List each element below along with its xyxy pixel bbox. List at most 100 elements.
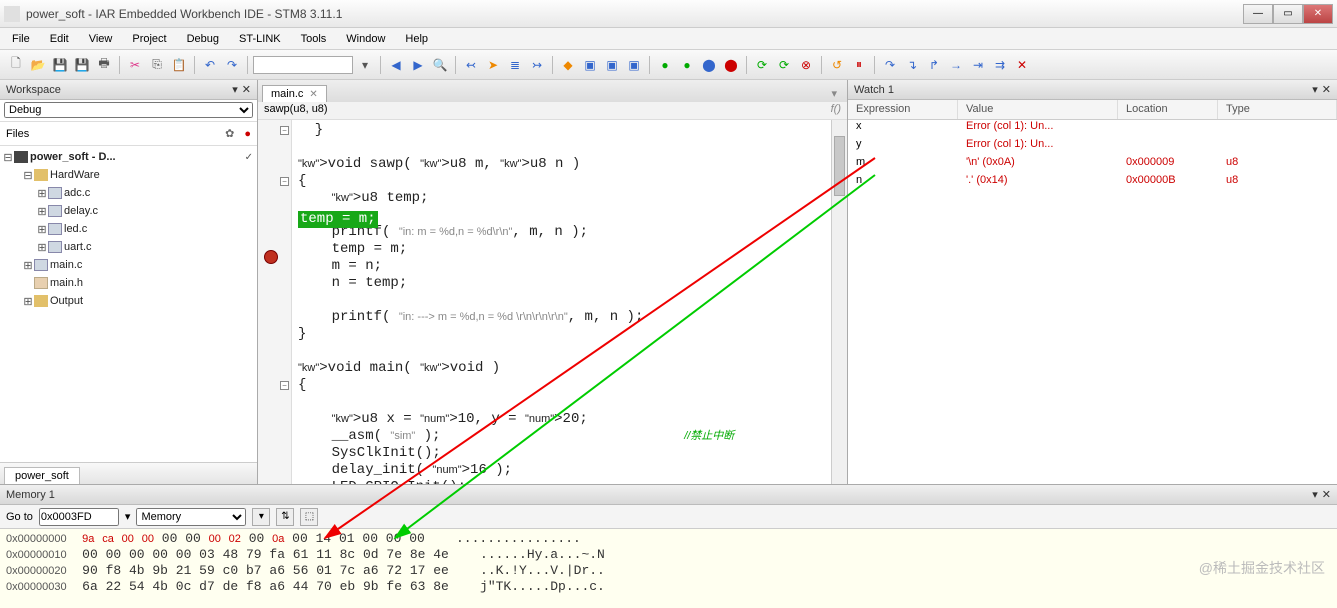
mem-btn-3[interactable]: ⬚	[300, 508, 318, 526]
minimize-button[interactable]: —	[1243, 4, 1273, 24]
tree-item[interactable]: ⊞adc.c	[0, 184, 257, 202]
nav-fwd-icon[interactable]: ▶	[408, 55, 428, 75]
col-value[interactable]: Value	[958, 100, 1118, 119]
panel-menu-icon[interactable]: ▾	[232, 83, 238, 96]
gear-icon[interactable]: ✿	[225, 127, 234, 140]
next-stmt-icon[interactable]: →	[946, 55, 966, 75]
bookmark-prev-icon[interactable]: ↢	[461, 55, 481, 75]
break-icon[interactable]: ⏸	[849, 55, 869, 75]
close-button[interactable]: ✕	[1303, 4, 1333, 24]
compile-icon[interactable]: ●	[655, 55, 675, 75]
tree-item[interactable]: main.h	[0, 274, 257, 292]
redo-icon[interactable]: ↷	[222, 55, 242, 75]
watch-row[interactable]: xError (col 1): Un...	[848, 120, 1337, 138]
fold-icon[interactable]: −	[280, 126, 289, 135]
run-cursor-icon[interactable]: ⇥	[968, 55, 988, 75]
bookmark-next-icon[interactable]: ↣	[527, 55, 547, 75]
fn-hint[interactable]: f()	[831, 103, 841, 118]
col-type[interactable]: Type	[1218, 100, 1337, 119]
goto-input[interactable]	[39, 508, 119, 526]
config-selector[interactable]: Debug	[0, 100, 257, 122]
bookmark-list-icon[interactable]: ≣	[505, 55, 525, 75]
bp-b-icon[interactable]: ▣	[602, 55, 622, 75]
tree-item[interactable]: ⊞main.c	[0, 256, 257, 274]
copy-icon[interactable]: ⎘	[147, 55, 167, 75]
open-icon[interactable]: 📂	[28, 55, 48, 75]
go-icon[interactable]: ⇉	[990, 55, 1010, 75]
print-icon[interactable]: 🖶	[94, 55, 114, 75]
menu-stlink[interactable]: ST-LINK	[229, 30, 291, 48]
panel-close-icon[interactable]: ✕	[1322, 488, 1331, 501]
col-location[interactable]: Location	[1118, 100, 1218, 119]
save-icon[interactable]: 💾	[50, 55, 70, 75]
watch-row[interactable]: m'\n' (0x0A)0x000009u8	[848, 156, 1337, 174]
menu-tools[interactable]: Tools	[291, 30, 337, 48]
watch-row[interactable]: yError (col 1): Un...	[848, 138, 1337, 156]
tree-item[interactable]: ⊟HardWare	[0, 166, 257, 184]
bp-c-icon[interactable]: ▣	[624, 55, 644, 75]
panel-close-icon[interactable]: ✕	[1322, 83, 1331, 96]
nav-back-icon[interactable]: ◀	[386, 55, 406, 75]
stop-debug-icon[interactable]: ⊗	[796, 55, 816, 75]
menu-debug[interactable]: Debug	[177, 30, 229, 48]
menu-file[interactable]: File	[2, 30, 40, 48]
memory-body[interactable]: 0x00000000 9a ca 00 00 00 00 00 02 00 0a…	[0, 529, 1337, 608]
new-icon[interactable]: 🗋	[6, 55, 26, 75]
menu-help[interactable]: Help	[395, 30, 438, 48]
tab-overflow-icon[interactable]: ▾	[825, 85, 843, 102]
find-icon[interactable]: 🔍	[430, 55, 450, 75]
stop-build-icon[interactable]: ⬤	[721, 55, 741, 75]
goto-dropdown-icon[interactable]: ▾	[125, 510, 131, 523]
fold-icon[interactable]: −	[280, 381, 289, 390]
maximize-button[interactable]: ▭	[1273, 4, 1303, 24]
step-out-icon[interactable]: ↱	[924, 55, 944, 75]
bp-a-icon[interactable]: ▣	[580, 55, 600, 75]
code-body[interactable]: } "kw">void sawp( "kw">u8 m, "kw">u8 n )…	[292, 120, 847, 484]
stop-icon[interactable]: ✕	[1012, 55, 1032, 75]
watch-body[interactable]: xError (col 1): Un...yError (col 1): Un.…	[848, 120, 1337, 484]
file-tree[interactable]: ⊟ power_soft - D... ✓ ⊟HardWare⊞adc.c⊞de…	[0, 146, 257, 462]
panel-menu-icon[interactable]: ▾	[1312, 83, 1318, 96]
search-input[interactable]	[253, 56, 353, 74]
fold-icon[interactable]: −	[280, 177, 289, 186]
col-expression[interactable]: Expression	[848, 100, 958, 119]
goto-icon[interactable]: ➤	[483, 55, 503, 75]
tab-close-icon[interactable]: ✕	[309, 89, 317, 100]
scroll-thumb[interactable]	[834, 136, 845, 196]
panel-menu-icon[interactable]: ▾	[1312, 488, 1318, 501]
panel-close-icon[interactable]: ✕	[242, 83, 251, 96]
project-root[interactable]: ⊟ power_soft - D... ✓	[0, 148, 257, 166]
breakpoint-icon[interactable]	[264, 250, 278, 264]
menu-view[interactable]: View	[79, 30, 123, 48]
dropdown-icon[interactable]: ▾	[355, 55, 375, 75]
undo-icon[interactable]: ↶	[200, 55, 220, 75]
watch-row[interactable]: n'.' (0x14)0x00000Bu8	[848, 174, 1337, 192]
code-area[interactable]: − − − } "kw">void sawp( "kw">u8 m, "kw">…	[258, 120, 847, 484]
step-into-icon[interactable]: ↴	[902, 55, 922, 75]
make-icon[interactable]: ●	[677, 55, 697, 75]
tree-item[interactable]: ⊞Output	[0, 292, 257, 310]
menu-edit[interactable]: Edit	[40, 30, 79, 48]
debug-icon[interactable]: ⟳	[774, 55, 794, 75]
step-over-icon[interactable]: ↷	[880, 55, 900, 75]
download-icon[interactable]: ⟳	[752, 55, 772, 75]
gutter[interactable]: − − −	[258, 120, 292, 484]
paste-icon[interactable]: 📋	[169, 55, 189, 75]
tree-item[interactable]: ⊞led.c	[0, 220, 257, 238]
cut-icon[interactable]: ✂	[125, 55, 145, 75]
tree-item[interactable]: ⊞delay.c	[0, 202, 257, 220]
build-icon[interactable]: ⬤	[699, 55, 719, 75]
reset-icon[interactable]: ↺	[827, 55, 847, 75]
menu-window[interactable]: Window	[336, 30, 395, 48]
mem-btn-2[interactable]: ⇅	[276, 508, 294, 526]
workspace-tab[interactable]: power_soft	[4, 467, 80, 484]
mem-btn-1[interactable]: ▾	[252, 508, 270, 526]
menu-project[interactable]: Project	[122, 30, 176, 48]
watch-add-row[interactable]	[848, 192, 1337, 210]
editor-tab-main[interactable]: main.c ✕	[262, 85, 327, 102]
vertical-scrollbar[interactable]	[831, 120, 847, 484]
memory-space-select[interactable]: Memory	[136, 508, 246, 526]
config-dropdown[interactable]: Debug	[4, 102, 253, 118]
tree-item[interactable]: ⊞uart.c	[0, 238, 257, 256]
bp-toggle-icon[interactable]: ◆	[558, 55, 578, 75]
